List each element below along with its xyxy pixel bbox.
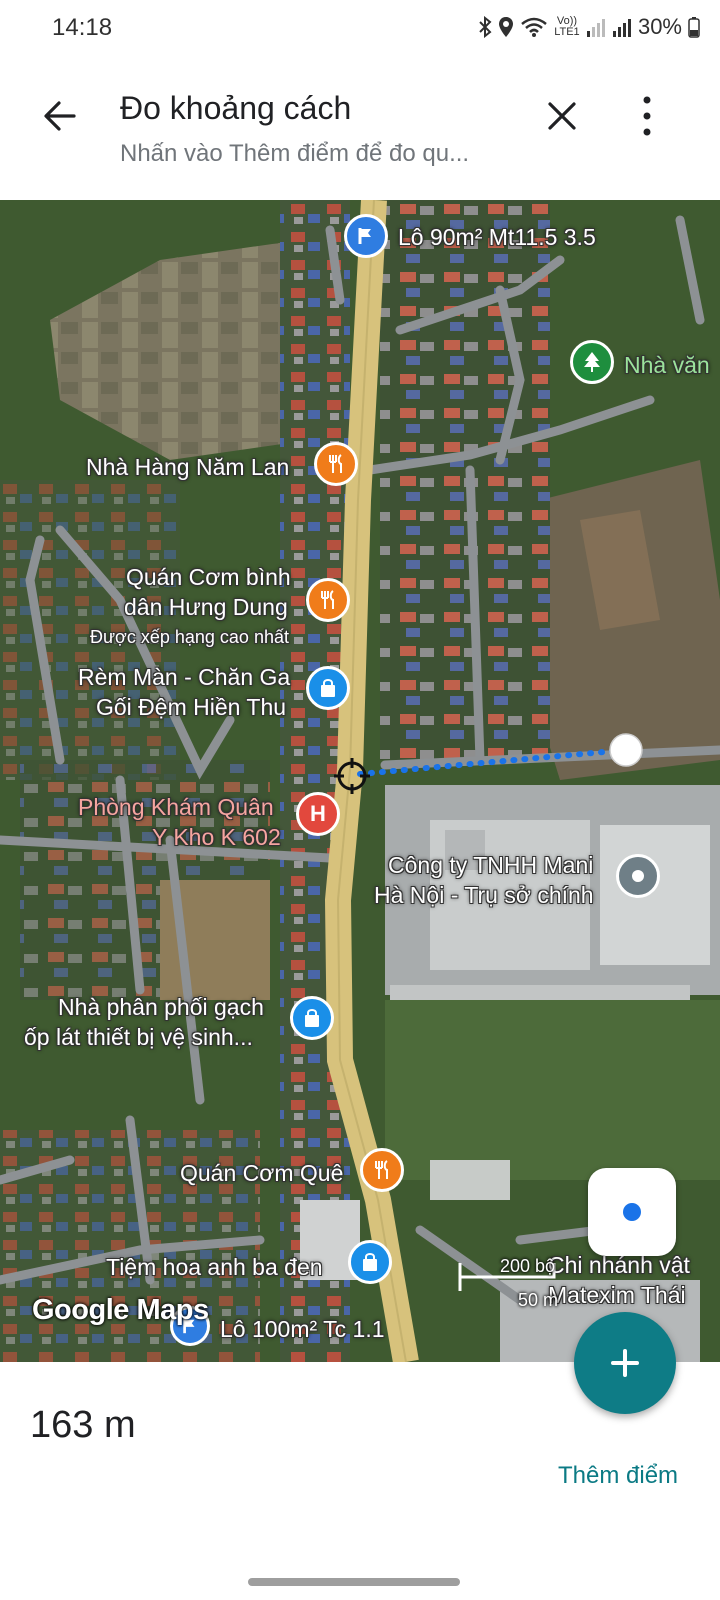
poi-label-tiem-hoa: Tiệm hoa anh ba đen [106, 1254, 323, 1280]
location-icon [498, 16, 514, 38]
scale-metric: 50 m [518, 1290, 559, 1310]
app-bar: Đo khoảng cách Nhấn vào Thêm điểm để đo … [0, 60, 720, 200]
wifi-icon [520, 16, 548, 38]
restaurant-icon [306, 578, 350, 622]
poi-nha-hang-nam-lan[interactable] [314, 442, 358, 486]
poi-lot-90[interactable] [344, 214, 388, 258]
poi-cong-ty-mani[interactable] [616, 854, 660, 898]
poi-quan-com-hung-dung[interactable] [306, 578, 350, 622]
hospital-icon: H [296, 792, 340, 836]
satellite-map[interactable]: Lô 90m² Mt11.5 3.5 Nhà văn Nhà Hàng Năm … [0, 200, 720, 1362]
close-icon [548, 102, 576, 130]
parking-flag-icon [344, 214, 388, 258]
poi-nha-phan-phoi[interactable] [290, 996, 334, 1040]
signal-icon-1 [586, 16, 606, 38]
back-button[interactable] [34, 90, 86, 142]
status-bar: 14:18 Vo)) LTE1 30% [0, 0, 720, 60]
page-subtitle: Nhấn vào Thêm điểm để đo qu... [120, 140, 470, 167]
tree-icon [570, 340, 614, 384]
poi-label-quan-com-1: Quán Cơm bình [126, 564, 291, 590]
poi-label-lot-100: Lô 100m² Tc 1.1 [220, 1316, 385, 1342]
poi-label-rem-man-1: Rèm Màn - Chăn Ga [78, 664, 291, 690]
poi-label-rem-man-2: Gối Đệm Hiền Thu [96, 694, 287, 720]
poi-label-quan-com-rating: Được xếp hạng cao nhất [90, 627, 289, 647]
add-point-fab[interactable] [574, 1312, 676, 1414]
bluetooth-icon [478, 16, 492, 38]
poi-label-lot-90: Lô 90m² Mt11.5 3.5 [398, 224, 596, 250]
plus-icon [611, 1349, 639, 1377]
poi-label-nha-van: Nhà văn [624, 352, 710, 378]
gesture-home-bar[interactable] [248, 1578, 460, 1586]
arrow-back-icon [44, 101, 76, 131]
battery-percent: 30% [637, 14, 682, 39]
more-vert-icon [643, 96, 651, 136]
poi-label-phong-kham-1: Phòng Khám Quân [78, 794, 274, 820]
measured-distance: 163 m [30, 1404, 136, 1446]
more-options-button[interactable] [630, 90, 682, 142]
my-location-icon [623, 1203, 641, 1221]
place-icon [616, 854, 660, 898]
shopping-bag-icon [290, 996, 334, 1040]
poi-quan-com-que[interactable] [360, 1148, 404, 1192]
add-point-button[interactable]: Thêm điểm [558, 1462, 678, 1490]
page-title: Đo khoảng cách [120, 90, 352, 126]
shopping-bag-icon [348, 1240, 392, 1284]
battery-icon [688, 16, 700, 38]
google-maps-logo: Google Maps [32, 1294, 209, 1326]
poi-nha-van[interactable] [570, 340, 614, 384]
poi-label-phong-kham-2: Y Kho K 602 [152, 824, 281, 850]
poi-label-quan-com-que: Quán Cơm Quê [180, 1160, 344, 1186]
restaurant-icon [314, 442, 358, 486]
status-icons: Vo)) LTE1 30% [478, 14, 700, 40]
poi-label-nha-phan-phoi-1: Nhà phân phối gạch [58, 994, 264, 1020]
poi-label-cong-ty-1: Công ty TNHH Mani [388, 852, 594, 878]
close-button[interactable] [536, 90, 588, 142]
poi-label-nha-hang-nam-lan: Nhà Hàng Năm Lan [86, 454, 290, 480]
poi-label-quan-com-2: dân Hưng Dung [124, 594, 288, 620]
poi-label-nha-phan-phoi-2: ốp lát thiết bị vệ sinh... [24, 1024, 253, 1050]
network-type-label: Vo)) LTE1 [554, 15, 580, 38]
shopping-bag-icon [306, 666, 350, 710]
crosshair-icon [334, 758, 370, 794]
my-location-button[interactable] [588, 1168, 676, 1256]
poi-rem-man[interactable] [306, 666, 350, 710]
signal-icon-2 [612, 16, 632, 38]
poi-label-cong-ty-2: Hà Nội - Trụ sở chính [374, 882, 594, 908]
poi-phong-kham[interactable]: H [296, 792, 340, 836]
status-time: 14:18 [52, 14, 113, 41]
restaurant-icon [360, 1148, 404, 1192]
poi-tiem-hoa[interactable] [348, 1240, 392, 1284]
scale-imperial: 200 bộ [500, 1256, 556, 1276]
